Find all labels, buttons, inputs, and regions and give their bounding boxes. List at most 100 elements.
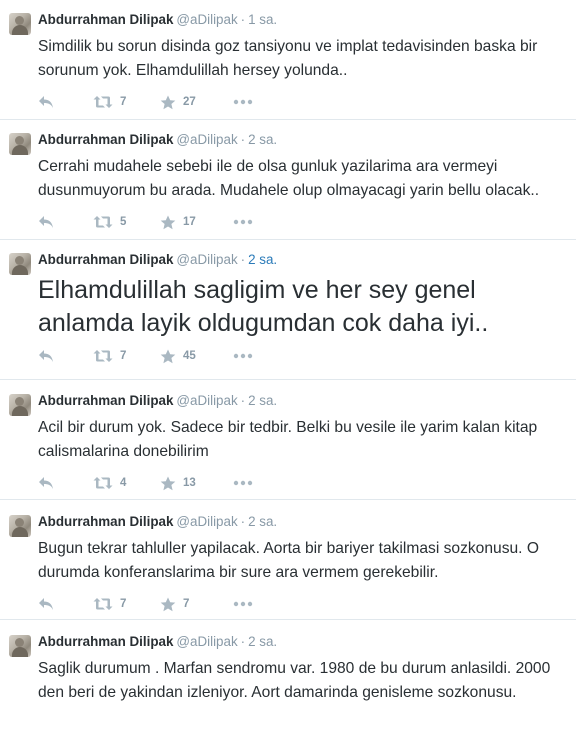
tweet-timestamp[interactable]: 2 sa. — [248, 634, 277, 649]
favorite-button[interactable]: 7 — [160, 594, 189, 614]
reply-icon — [39, 216, 53, 228]
star-icon — [160, 215, 176, 229]
reply-button[interactable] — [38, 212, 54, 232]
favorite-button[interactable]: 27 — [160, 92, 196, 112]
star-icon — [160, 95, 176, 109]
avatar[interactable] — [9, 635, 31, 657]
tweet-timestamp[interactable]: 1 sa. — [248, 12, 277, 27]
tweet-item[interactable]: Abdurrahman Dilipak @aDilipak · 1 sa. Simdi… — [0, 0, 576, 120]
reply-button[interactable] — [38, 594, 54, 614]
tweet-fullname[interactable]: Abdurrahman Dilipak — [38, 634, 173, 649]
avatar[interactable] — [9, 133, 31, 155]
tweet-username[interactable]: @aDilipak — [176, 132, 237, 147]
more-icon — [233, 219, 253, 225]
tweet-header: Abdurrahman Dilipak @aDilipak · 2 sa. — [38, 635, 576, 649]
favorite-count: 45 — [183, 350, 196, 362]
tweet-fullname[interactable]: Abdurrahman Dilipak — [38, 514, 173, 529]
retweet-count: 4 — [120, 477, 127, 489]
retweet-button[interactable]: 4 — [93, 473, 126, 493]
star-icon — [160, 476, 176, 490]
tweet-header: Abdurrahman Dilipak @aDilipak · 1 sa. — [38, 13, 576, 27]
tweet-separator: · — [240, 132, 246, 147]
tweet-header: Abdurrahman Dilipak @aDilipak · 2 sa. — [38, 133, 576, 147]
star-icon — [160, 349, 176, 363]
reply-icon — [39, 350, 53, 362]
retweet-count: 7 — [120, 350, 127, 362]
more-button[interactable] — [233, 346, 253, 366]
tweet-username[interactable]: @aDilipak — [176, 514, 237, 529]
tweet-separator: · — [240, 252, 246, 267]
tweet-text: Elhamdulillah sagligim ve her sey genel … — [38, 276, 489, 337]
tweet-timestamp[interactable]: 2 sa. — [248, 514, 277, 529]
favorite-button[interactable]: 17 — [160, 212, 196, 232]
tweet-timestamp[interactable]: 2 sa. — [248, 132, 277, 147]
retweet-count: 7 — [120, 598, 127, 610]
more-icon — [233, 353, 253, 359]
more-button[interactable] — [233, 92, 253, 112]
avatar[interactable] — [9, 515, 31, 537]
tweet-timestamp[interactable]: 2 sa. — [248, 393, 277, 408]
tweet-separator: · — [240, 514, 246, 529]
tweet-actions: 4 13 — [38, 473, 576, 493]
more-button[interactable] — [233, 212, 253, 232]
more-icon — [233, 99, 253, 105]
more-icon — [233, 601, 253, 607]
retweet-icon — [93, 350, 113, 362]
tweet-item[interactable]: Abdurrahman Dilipak @aDilipak · 2 sa. Acil … — [0, 380, 576, 500]
tweet-separator: · — [240, 634, 246, 649]
tweet-item[interactable]: Abdurrahman Dilipak @aDilipak · 2 sa. Bugun… — [0, 500, 576, 620]
tweet-item[interactable]: Abdurrahman Dilipak @aDilipak · 2 sa. Cerra… — [0, 120, 576, 240]
star-icon — [160, 597, 176, 611]
retweet-icon — [93, 477, 113, 489]
reply-button[interactable] — [38, 92, 54, 112]
tweet-separator: · — [240, 12, 246, 27]
tweet-item[interactable]: Abdurrahman Dilipak @aDilipak · 2 sa. Elham… — [0, 240, 576, 380]
retweet-count: 5 — [120, 216, 127, 228]
favorite-count: 17 — [183, 216, 196, 228]
avatar[interactable] — [9, 253, 31, 275]
tweet-fullname[interactable]: Abdurrahman Dilipak — [38, 393, 173, 408]
tweet-fullname[interactable]: Abdurrahman Dilipak — [38, 132, 173, 147]
tweet-text: Bugun tekrar tahluller yapilacak. Aorta … — [38, 540, 539, 581]
tweet-username[interactable]: @aDilipak — [176, 252, 237, 267]
tweet-fullname[interactable]: Abdurrahman Dilipak — [38, 252, 173, 267]
tweet-username[interactable]: @aDilipak — [176, 12, 237, 27]
retweet-icon — [93, 216, 113, 228]
tweet-username[interactable]: @aDilipak — [176, 634, 237, 649]
more-button[interactable] — [233, 594, 253, 614]
retweet-icon — [93, 598, 113, 610]
favorite-count: 13 — [183, 477, 196, 489]
tweet-timestamp[interactable]: 2 sa. — [248, 252, 277, 267]
more-icon — [233, 480, 253, 486]
retweet-button[interactable]: 7 — [93, 594, 126, 614]
tweet-header: Abdurrahman Dilipak @aDilipak · 2 sa. — [38, 394, 576, 408]
tweet-fullname[interactable]: Abdurrahman Dilipak — [38, 12, 173, 27]
reply-icon — [39, 96, 53, 108]
tweet-text: Acil bir durum yok. Sadece bir tedbir. B… — [38, 419, 538, 460]
tweet-actions: 7 7 — [38, 594, 576, 614]
retweet-icon — [93, 96, 113, 108]
tweet-timeline: Abdurrahman Dilipak @aDilipak · 1 sa. Simdi… — [0, 0, 576, 729]
favorite-button[interactable]: 13 — [160, 473, 196, 493]
avatar[interactable] — [9, 394, 31, 416]
tweet-header: Abdurrahman Dilipak @aDilipak · 2 sa. — [38, 253, 576, 267]
retweet-button[interactable]: 7 — [93, 346, 126, 366]
tweet-text: Cerrahi mudahele sebebi ile de olsa gunl… — [38, 158, 540, 199]
retweet-button[interactable]: 5 — [93, 212, 126, 232]
tweet-actions: 7 27 — [38, 92, 576, 112]
tweet-separator: · — [240, 393, 246, 408]
favorite-button[interactable]: 45 — [160, 346, 196, 366]
tweet-text: Saglik durumum . Marfan sendromu var. 19… — [38, 660, 551, 701]
reply-button[interactable] — [38, 346, 54, 366]
more-button[interactable] — [233, 473, 253, 493]
favorite-count: 7 — [183, 598, 190, 610]
tweet-header: Abdurrahman Dilipak @aDilipak · 2 sa. — [38, 515, 576, 529]
tweet-username[interactable]: @aDilipak — [176, 393, 237, 408]
tweet-actions: 5 17 — [38, 212, 576, 232]
avatar[interactable] — [9, 13, 31, 35]
retweet-button[interactable]: 7 — [93, 92, 126, 112]
reply-button[interactable] — [38, 473, 54, 493]
favorite-count: 27 — [183, 96, 196, 108]
tweet-item[interactable]: Abdurrahman Dilipak @aDilipak · 2 sa. Sagli… — [0, 620, 576, 729]
reply-icon — [39, 477, 53, 489]
